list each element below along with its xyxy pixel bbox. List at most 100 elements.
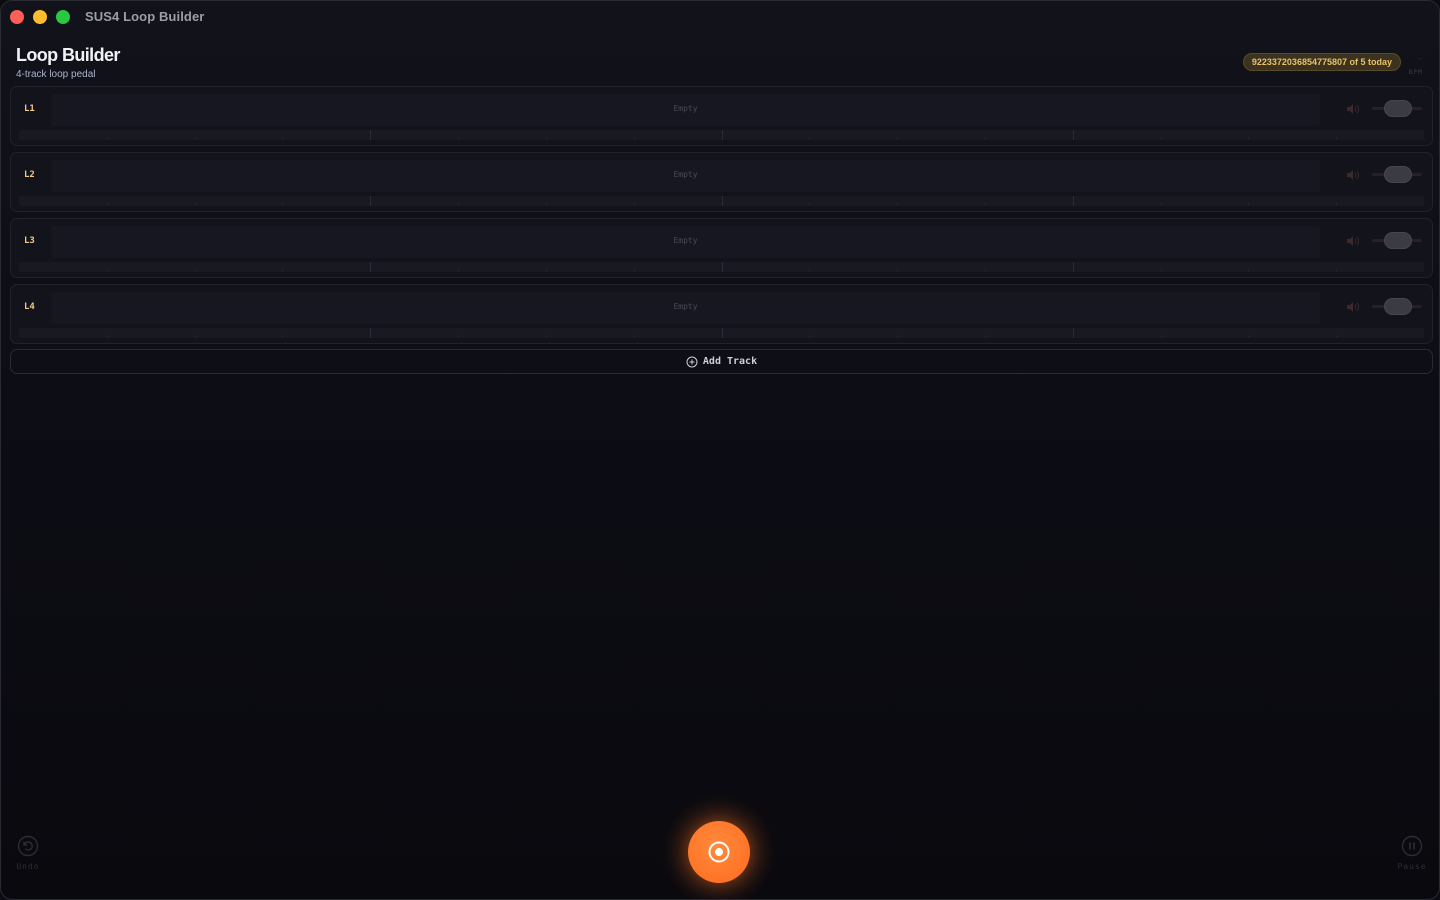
timeline-tick [897, 203, 898, 206]
timeline-tick [370, 130, 371, 140]
timeline-tick [370, 196, 371, 206]
timeline-tick [1161, 203, 1162, 206]
timeline-tick [634, 335, 635, 338]
speaker-icon[interactable] [1346, 103, 1360, 115]
timeline-tick [282, 269, 283, 272]
timeline-tick [722, 130, 723, 140]
undo-label: Undo [16, 862, 40, 871]
timeline-tick [634, 137, 635, 140]
minimize-window-button[interactable] [33, 10, 47, 24]
track-row: L4 Empty [10, 284, 1433, 344]
timeline-tick [897, 137, 898, 140]
bpm-label: BPM [1408, 69, 1423, 76]
timeline-tick [1073, 130, 1074, 140]
timeline-tick [722, 262, 723, 272]
volume-slider[interactable] [1372, 166, 1422, 184]
app-window: SUS4 Loop Builder Loop Builder 4-track l… [0, 0, 1440, 900]
timeline-tick [282, 335, 283, 338]
volume-slider-knob[interactable] [1384, 100, 1412, 117]
track-waveform[interactable]: Empty [51, 94, 1320, 126]
track-waveform[interactable]: Empty [51, 160, 1320, 192]
track-waveform[interactable]: Empty [51, 292, 1320, 324]
page-title: Loop Builder [16, 45, 120, 65]
timeline-tick [897, 335, 898, 338]
timeline-tick [1336, 335, 1337, 338]
timeline-tick [1248, 269, 1249, 272]
timeline-tick [195, 203, 196, 206]
track-timeline [19, 328, 1424, 338]
pause-button[interactable]: Pause [1392, 835, 1432, 871]
track-waveform[interactable]: Empty [51, 226, 1320, 258]
timeline-tick [107, 137, 108, 140]
timeline-tick [809, 269, 810, 272]
timeline-tick [282, 203, 283, 206]
volume-slider-knob[interactable] [1384, 298, 1412, 315]
volume-slider-knob[interactable] [1384, 166, 1412, 183]
track-status: Empty [673, 170, 698, 179]
speaker-icon[interactable] [1346, 301, 1360, 313]
timeline-tick [1161, 335, 1162, 338]
add-track-button[interactable]: Add Track [10, 349, 1433, 374]
track-timeline [19, 130, 1424, 140]
timeline-tick [370, 262, 371, 272]
title-bar: SUS4 Loop Builder [1, 1, 1439, 33]
track-timeline [19, 196, 1424, 206]
add-track-label: Add Track [702, 356, 758, 367]
volume-slider[interactable] [1372, 100, 1422, 118]
plus-circle-icon [686, 356, 698, 367]
timeline-tick [1073, 328, 1074, 338]
timeline-tick [458, 137, 459, 140]
volume-slider-knob[interactable] [1384, 232, 1412, 249]
track-row: L3 Empty [10, 218, 1433, 278]
timeline-tick [634, 269, 635, 272]
timeline-tick [722, 196, 723, 206]
track-label: L1 [24, 104, 35, 114]
timeline-tick [1336, 137, 1337, 140]
usage-badge: 9223372036854775807 of 5 today [1242, 53, 1401, 71]
track-row: L1 Empty [10, 86, 1433, 146]
record-icon [708, 841, 730, 863]
timeline-tick [282, 137, 283, 140]
record-button[interactable] [688, 821, 750, 883]
app-header: Loop Builder 4-track loop pedal [16, 45, 120, 80]
speaker-icon[interactable] [1346, 169, 1360, 181]
timeline-tick [985, 335, 986, 338]
track-status: Empty [673, 236, 698, 245]
timeline-tick [458, 269, 459, 272]
timeline-tick [107, 335, 108, 338]
timeline-tick [195, 335, 196, 338]
track-status: Empty [673, 302, 698, 311]
timeline-tick [1248, 203, 1249, 206]
timeline-tick [458, 335, 459, 338]
timeline-tick [809, 335, 810, 338]
undo-button[interactable]: Undo [8, 835, 48, 871]
timeline-tick [107, 203, 108, 206]
volume-slider[interactable] [1372, 232, 1422, 250]
track-row: L2 Empty [10, 152, 1433, 212]
timeline-tick [985, 137, 986, 140]
timeline-tick [1248, 137, 1249, 140]
zoom-window-button[interactable] [56, 10, 70, 24]
timeline-tick [546, 203, 547, 206]
timeline-tick [985, 203, 986, 206]
volume-slider[interactable] [1372, 298, 1422, 316]
track-list: L1 Empty L2 Empty L3 Empty L4 Empty [10, 86, 1433, 350]
close-window-button[interactable] [10, 10, 24, 24]
track-label: L3 [24, 236, 35, 246]
timeline-tick [195, 269, 196, 272]
timeline-tick [1161, 269, 1162, 272]
pause-icon [1401, 835, 1423, 857]
timeline-tick [634, 203, 635, 206]
undo-icon [17, 835, 39, 857]
track-label: L2 [24, 170, 35, 180]
window-title: SUS4 Loop Builder [85, 9, 205, 24]
timeline-tick [107, 269, 108, 272]
timeline-tick [722, 328, 723, 338]
timeline-tick [1073, 196, 1074, 206]
timeline-tick [1161, 137, 1162, 140]
timeline-tick [985, 269, 986, 272]
timeline-tick [1248, 335, 1249, 338]
timeline-tick [195, 137, 196, 140]
bpm-value[interactable]: — [1418, 54, 1423, 63]
speaker-icon[interactable] [1346, 235, 1360, 247]
